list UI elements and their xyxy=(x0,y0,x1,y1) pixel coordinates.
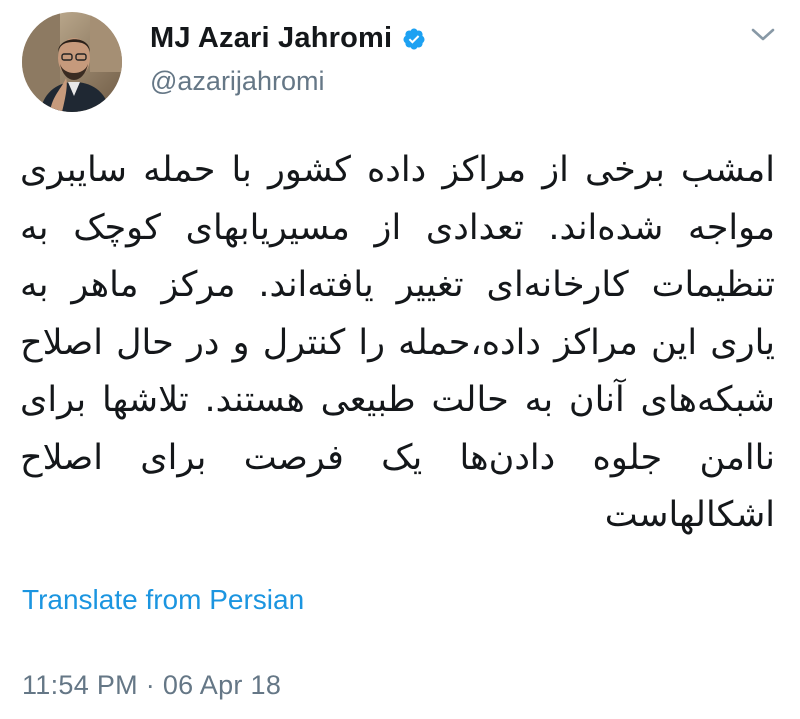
author-display-name[interactable]: MJ Azari Jahromi xyxy=(150,22,392,55)
verified-badge-icon xyxy=(402,27,426,51)
tweet-text: امشب برخی از مراکز داده کشور با حمله سای… xyxy=(20,150,775,535)
tweet-timestamp[interactable]: 11:54 PM · 06 Apr 18 xyxy=(22,670,281,701)
author-name-row[interactable]: MJ Azari Jahromi xyxy=(150,22,426,55)
avatar[interactable] xyxy=(22,12,122,112)
profile-photo xyxy=(22,12,122,112)
chevron-down-icon[interactable] xyxy=(748,24,778,46)
translate-link[interactable]: Translate from Persian xyxy=(22,584,304,616)
author-handle[interactable]: @azarijahromi xyxy=(150,66,324,97)
